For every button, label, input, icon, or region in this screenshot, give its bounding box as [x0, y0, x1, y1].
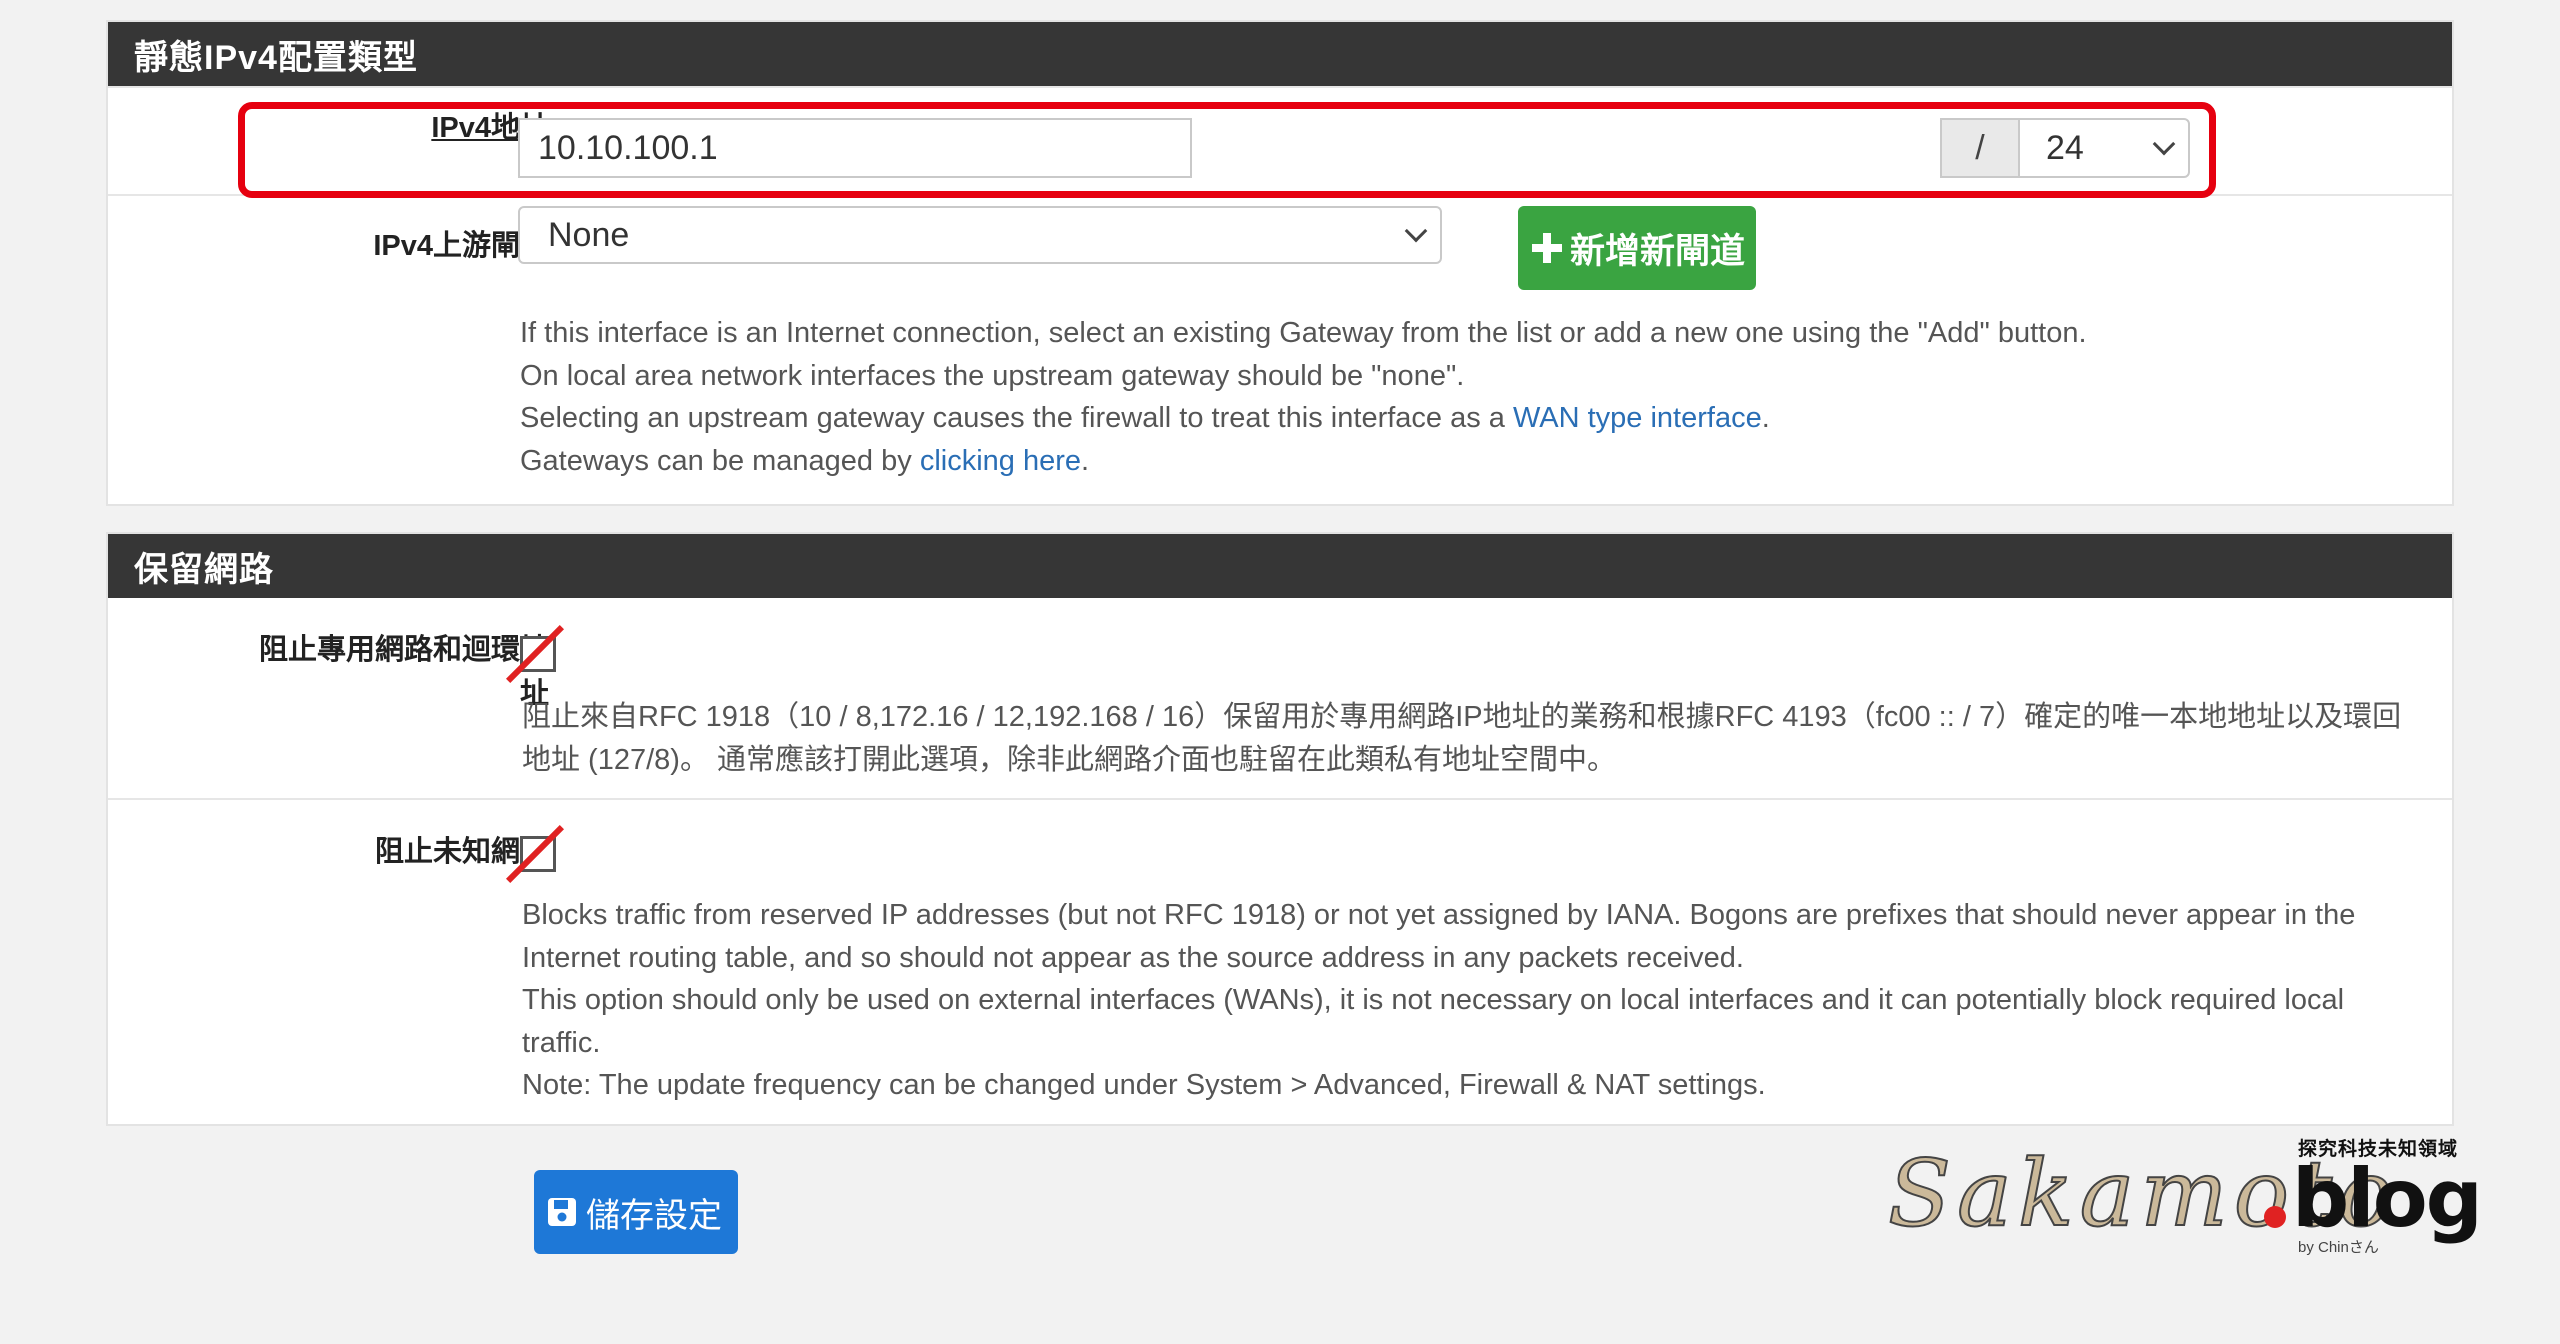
wan-type-interface-link[interactable]: WAN type interface [1513, 402, 1762, 434]
watermark-dot [2264, 1206, 2286, 1228]
block-bogon-help-line-3: This option should only be used on exter… [522, 984, 2345, 1016]
add-gateway-label: 新增新閘道 [1570, 231, 1746, 271]
block-private-help-line-1: 阻止來自RFC 1918（10 / 8,172.16 / 12,192.168 … [522, 701, 2402, 733]
clicking-here-link[interactable]: clicking here [920, 445, 1081, 477]
ipv4-gateway-select[interactable]: None [518, 206, 1442, 264]
reserved-networks-header: 保留網路 [108, 534, 2452, 598]
block-bogon-help-line-1: Blocks traffic from reserved IP addresse… [522, 899, 2356, 931]
highlight-box [238, 102, 2216, 198]
block-bogon-help: Blocks traffic from reserved IP addresse… [522, 894, 2442, 1107]
block-private-help-line-2: 地址 (127/8)。 通常應該打開此選項，除非此網路介面也駐留在此類私有地址空… [522, 743, 1617, 776]
watermark-blog: blog [2292, 1152, 2483, 1245]
gateway-help-line-1: If this interface is an Internet connect… [520, 317, 2087, 349]
gateway-help-line-2: On local area network interfaces the ups… [520, 359, 1465, 392]
chevron-down-icon [1404, 219, 1428, 243]
gateway-select-value: None [548, 215, 630, 254]
save-button-label: 儲存設定 [586, 1196, 722, 1235]
floppy-disk-icon [548, 1198, 576, 1226]
block-private-help: 阻止來自RFC 1918（10 / 8,172.16 / 12,192.168 … [522, 696, 2442, 781]
block-bogon-help-line-5: Note: The update frequency can be change… [522, 1069, 1766, 1101]
gateway-help-line-4: Gateways can be managed by clicking here… [520, 444, 1090, 477]
watermark-by: by Chinさん [2298, 1239, 2379, 1256]
sakamoto-blog-watermark: Sakamoto 探究科技未知領域 blog by Chinさん [1887, 1139, 2483, 1260]
gateway-help-text: If this interface is an Internet connect… [520, 312, 2420, 482]
block-private-label: 阻止專用網路和迴環地 址 [258, 634, 549, 710]
reserved-networks-panel: 保留網路 阻止專用網路和迴環地 址 阻止來自RFC 1918（10 / 8,17… [106, 532, 2454, 1126]
block-bogon-help-line-4: traffic. [522, 1026, 601, 1059]
static-ipv4-header: 靜態IPv4配置類型 [108, 22, 2452, 86]
gateway-help-line-3: Selecting an upstream gateway causes the… [520, 402, 1770, 434]
block-bogon-help-line-2: Internet routing table, and so should no… [522, 941, 1744, 974]
plus-icon [1532, 233, 1562, 263]
block-private-row: 阻止專用網路和迴環地 址 阻止來自RFC 1918（10 / 8,172.16 … [108, 598, 2452, 798]
save-button[interactable]: 儲存設定 [534, 1170, 738, 1254]
add-gateway-button[interactable]: 新增新閘道 [1518, 206, 1756, 290]
block-bogon-row: 阻止未知網路 Blocks traffic from reserved IP a… [108, 798, 2452, 1128]
